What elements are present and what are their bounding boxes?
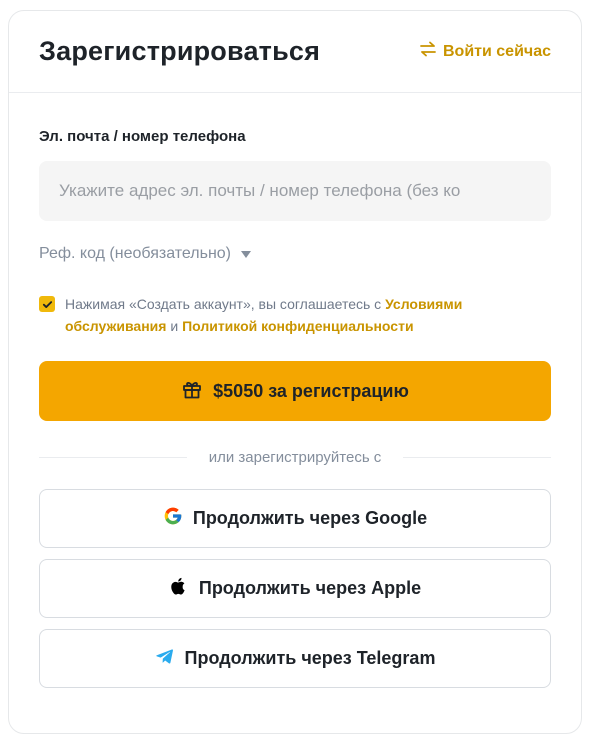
apple-signup-label: Продолжить через Apple (198, 578, 422, 598)
page-title: Зарегистрироваться (39, 36, 321, 66)
telegram-icon (155, 646, 175, 671)
caret-down-icon (241, 250, 251, 258)
google-icon (163, 506, 183, 531)
apple-icon (169, 576, 189, 601)
referral-code-label: Реф. код (необязательно) (39, 245, 231, 262)
email-field-wrapper[interactable] (39, 161, 551, 221)
signup-header: Зарегистрироваться Войти сейчас (9, 11, 581, 93)
terms-prefix: Нажимая «Создать аккаунт», вы соглашаете… (65, 296, 386, 312)
email-field[interactable] (59, 181, 531, 201)
google-signup-label: Продолжить через Google (192, 508, 428, 528)
terms-text: Нажимая «Создать аккаунт», вы соглашаете… (65, 293, 551, 337)
privacy-policy-link[interactable]: Политикой конфиденциальности (182, 318, 414, 334)
divider-text: или зарегистрируйтесь с (208, 449, 382, 466)
login-now-label: Войти сейчас (443, 42, 551, 60)
telegram-signup-label: Продолжить через Telegram (184, 648, 436, 668)
terms-agreement: Нажимая «Создать аккаунт», вы соглашаете… (39, 293, 551, 337)
social-divider: или зарегистрируйтесь с (39, 449, 552, 466)
terms-and: и (166, 318, 183, 334)
login-now-link[interactable]: Войти сейчас (419, 40, 551, 63)
swap-arrows-icon (419, 40, 437, 63)
create-account-button[interactable]: $5050 за регистрацию (39, 361, 551, 421)
telegram-signup-button[interactable]: Продолжить через Telegram (39, 629, 551, 688)
google-signup-button[interactable]: Продолжить через Google (39, 489, 551, 548)
divider-line-right (403, 457, 552, 458)
gift-icon (181, 378, 203, 405)
create-account-label: $5050 за регистрацию (213, 380, 409, 401)
referral-code-toggle[interactable]: Реф. код (необязательно) (39, 245, 251, 263)
divider-line-left (39, 457, 187, 458)
terms-checkbox[interactable] (39, 296, 55, 312)
signup-card: Зарегистрироваться Войти сейчас Эл. почт… (8, 10, 582, 734)
check-icon (42, 300, 52, 308)
apple-signup-button[interactable]: Продолжить через Apple (39, 559, 551, 618)
email-field-label: Эл. почта / номер телефона (39, 128, 246, 145)
